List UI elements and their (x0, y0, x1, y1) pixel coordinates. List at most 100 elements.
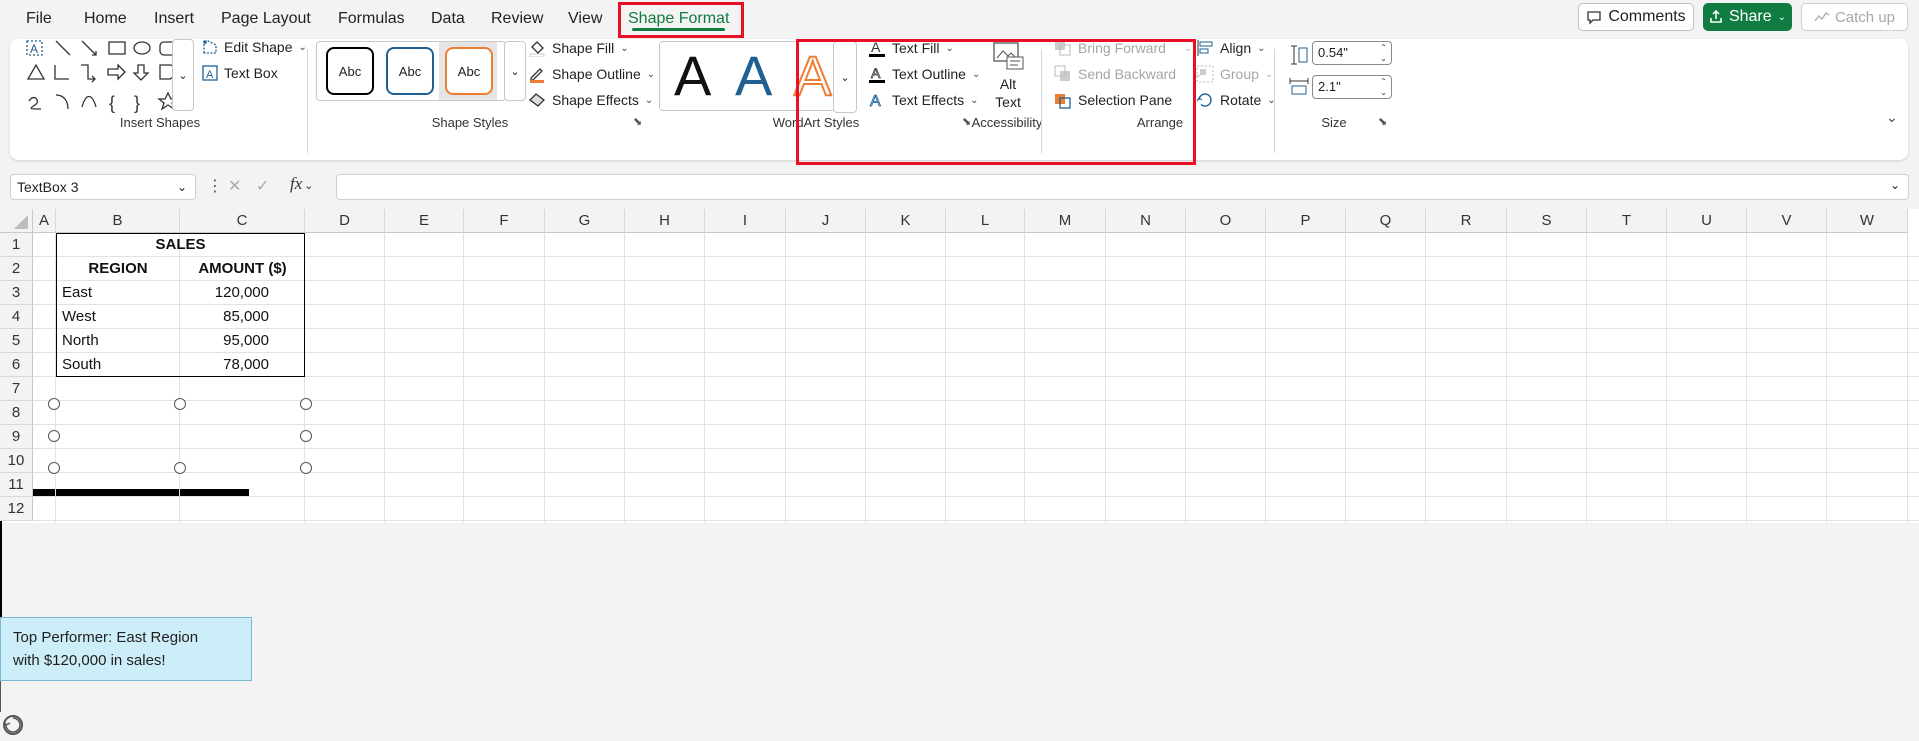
shapes-gallery[interactable]: A { } (26, 39, 186, 119)
column-header[interactable]: R (1426, 209, 1507, 233)
table-cell-region[interactable]: South (62, 353, 101, 377)
column-header[interactable]: C (180, 209, 305, 233)
column-header[interactable]: J (786, 209, 866, 233)
resize-handle[interactable] (174, 462, 186, 474)
column-header[interactable]: F (464, 209, 545, 233)
column-header[interactable]: B (56, 209, 180, 233)
text-box-button[interactable]: A Text Box (202, 65, 278, 81)
table-cell-amount[interactable]: 85,000 (180, 305, 269, 329)
column-header[interactable]: D (305, 209, 385, 233)
shape-width-input[interactable]: 2.1" ⌃ ⌄ (1312, 75, 1392, 99)
tab-review[interactable]: Review (491, 6, 543, 32)
column-header[interactable]: V (1747, 209, 1827, 233)
resize-handle[interactable] (300, 462, 312, 474)
spinner-arrows-icon[interactable]: ⌃ ⌄ (1380, 76, 1387, 98)
table-cell-region[interactable]: North (62, 329, 99, 353)
table-cell-region[interactable]: East (62, 281, 92, 305)
table-cell-amount[interactable]: 95,000 (180, 329, 269, 353)
shape-styles-more[interactable]: ⌄ (504, 41, 526, 101)
table-cell-region[interactable]: West (62, 305, 96, 329)
alt-text-button[interactable]: Alt Text (982, 41, 1034, 111)
resize-handle[interactable] (48, 430, 60, 442)
row-header[interactable]: 7 (0, 377, 33, 401)
wordart-style-black[interactable]: A (674, 46, 711, 106)
row-header[interactable]: 1 (0, 233, 33, 257)
row-header[interactable]: 12 (0, 497, 33, 521)
resize-handle[interactable] (300, 430, 312, 442)
column-header[interactable]: O (1186, 209, 1266, 233)
dialog-launcher-icon[interactable]: ⬊ (633, 115, 642, 128)
comments-button[interactable]: Comments (1578, 3, 1694, 31)
name-box[interactable]: TextBox 3 ⌄ (10, 174, 196, 200)
tab-formulas[interactable]: Formulas (338, 6, 405, 32)
wordart-style-orange[interactable]: A (793, 45, 832, 107)
shape-style-blue[interactable]: Abc (386, 47, 434, 95)
row-header[interactable]: 11 (0, 473, 33, 497)
row-header[interactable]: 9 (0, 425, 33, 449)
rotate-button[interactable]: Rotate ⌄ (1196, 91, 1276, 109)
column-header[interactable]: L (946, 209, 1025, 233)
wordart-gallery[interactable]: A A A (659, 41, 845, 111)
tab-insert[interactable]: Insert (154, 6, 194, 32)
more-options-icon[interactable]: ⋮ (207, 176, 223, 196)
tab-file[interactable]: File (26, 6, 52, 32)
shape-effects-button[interactable]: Shape Effects ⌄ (528, 91, 653, 109)
row-header[interactable]: 2 (0, 257, 33, 281)
row-header[interactable]: 3 (0, 281, 33, 305)
table-cell-amount[interactable]: 120,000 (180, 281, 269, 305)
resize-handle[interactable] (48, 462, 60, 474)
resize-handle[interactable] (48, 398, 60, 410)
catch-up-button[interactable]: Catch up (1801, 3, 1908, 31)
shapes-gallery-more[interactable]: ⌄ (172, 39, 194, 111)
send-backward-button[interactable]: Send Backward ⌄ (1054, 65, 1202, 83)
column-header[interactable]: Q (1346, 209, 1426, 233)
column-header[interactable]: U (1667, 209, 1747, 233)
dialog-launcher-icon[interactable]: ⬊ (1378, 115, 1387, 128)
tab-data[interactable]: Data (431, 6, 465, 32)
text-effects-button[interactable]: A Text Effects ⌄ (868, 91, 979, 109)
tab-home[interactable]: Home (84, 6, 127, 32)
text-fill-button[interactable]: A Text Fill ⌄ (868, 39, 954, 57)
share-button[interactable]: Share ⌄ (1703, 3, 1792, 31)
shape-outline-button[interactable]: Shape Outline ⌄ (528, 65, 655, 83)
resize-handle[interactable] (174, 398, 186, 410)
shape-style-black[interactable]: Abc (326, 47, 374, 95)
shape-height-input[interactable]: 0.54" ⌃ ⌄ (1312, 41, 1392, 65)
row-header[interactable]: 5 (0, 329, 33, 353)
row-header[interactable]: 6 (0, 353, 33, 377)
spinner-arrows-icon[interactable]: ⌃ ⌄ (1380, 42, 1387, 64)
column-header[interactable]: E (385, 209, 464, 233)
insert-function-icon[interactable]: fx ⌄ (290, 174, 314, 194)
wordart-style-blue[interactable]: A (735, 46, 772, 106)
tab-view[interactable]: View (568, 6, 602, 32)
tab-shape-format[interactable]: Shape Format (628, 6, 729, 32)
collapse-ribbon-icon[interactable]: ⌄ (1886, 109, 1898, 126)
worksheet[interactable]: A B C D E F G H I J K L M N O P Q R S T U V W 1 2 3 4 5 6 7 8 9 10 11 12 SA… (0, 209, 1919, 735)
column-header[interactable]: S (1507, 209, 1587, 233)
row-header[interactable]: 10 (0, 449, 33, 473)
row-header[interactable]: 4 (0, 305, 33, 329)
select-all-corner[interactable] (0, 209, 33, 233)
tab-page-layout[interactable]: Page Layout (221, 6, 311, 32)
expand-formula-bar-icon[interactable]: ⌄ (1890, 178, 1900, 192)
table-cell-amount[interactable]: 78,000 (180, 353, 269, 377)
column-header[interactable]: P (1266, 209, 1346, 233)
edit-shape-button[interactable]: Edit Shape ⌄ (202, 39, 307, 55)
formula-input[interactable]: ⌄ (336, 174, 1909, 200)
text-box-shape[interactable]: Top Performer: East Region with $120,000 … (0, 616, 252, 681)
enter-icon[interactable]: ✓ (256, 176, 269, 196)
rotate-handle-icon[interactable] (0, 712, 26, 738)
column-header[interactable]: M (1025, 209, 1106, 233)
selection-pane-button[interactable]: Selection Pane (1054, 91, 1172, 109)
text-outline-button[interactable]: A Text Outline ⌄ (868, 65, 980, 83)
column-header[interactable]: K (866, 209, 946, 233)
column-header[interactable]: I (705, 209, 786, 233)
shape-style-orange[interactable]: Abc (445, 47, 493, 95)
column-header[interactable]: T (1587, 209, 1667, 233)
column-header[interactable]: N (1106, 209, 1186, 233)
row-header[interactable]: 8 (0, 401, 33, 425)
cancel-icon[interactable]: ✕ (228, 176, 241, 196)
column-header[interactable]: H (625, 209, 705, 233)
group-button[interactable]: Group ⌄ (1196, 65, 1273, 83)
column-header[interactable]: A (33, 209, 56, 233)
